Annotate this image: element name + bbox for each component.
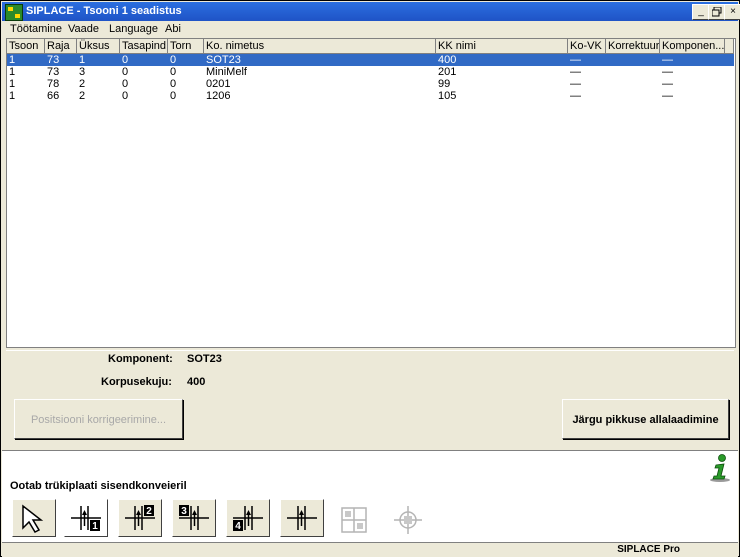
table-cell: 0 bbox=[170, 66, 177, 78]
grid-disabled-icon bbox=[341, 507, 367, 533]
column-header-ko-nimetus[interactable]: Ko. nimetus bbox=[204, 39, 436, 54]
table-cell: 0 bbox=[122, 78, 129, 90]
table-cell: 2 bbox=[79, 90, 86, 102]
crosshair-disabled-icon bbox=[394, 506, 422, 534]
table-cell: 0 bbox=[122, 54, 129, 66]
table-cell: 1 bbox=[79, 54, 86, 66]
column-header-korrektuur[interactable]: Korrektuur bbox=[606, 39, 660, 54]
table-cell: 400 bbox=[438, 54, 457, 66]
close-button[interactable]: × bbox=[724, 4, 740, 20]
table-cell: 1206 bbox=[206, 90, 231, 102]
main-window: SIPLACE - Tsooni 1 seadistus _ × Töötami… bbox=[0, 0, 740, 557]
siplace-logo-icon bbox=[5, 4, 23, 21]
conveyor-3-button[interactable]: 3 bbox=[172, 499, 216, 537]
menu-language[interactable]: Language bbox=[109, 23, 158, 35]
case-label: Korpusekuju: bbox=[101, 376, 172, 388]
table-cell: 105 bbox=[438, 90, 457, 102]
table-cell: — bbox=[662, 54, 673, 66]
svg-text:4: 4 bbox=[235, 521, 241, 532]
status-panel: Ootab trükiplaati sisendkonveieril 1 2 3… bbox=[2, 450, 738, 543]
table-cell: 3 bbox=[79, 66, 86, 78]
conveyor-center-icon bbox=[287, 506, 317, 530]
column-header-uksus[interactable]: Üksus bbox=[77, 39, 120, 54]
table-cell: 78 bbox=[47, 78, 60, 90]
table-cell: SOT23 bbox=[206, 54, 241, 66]
table-cell: 0 bbox=[170, 78, 177, 90]
component-value: SOT23 bbox=[187, 353, 222, 365]
status-bar: SIPLACE Pro bbox=[2, 542, 738, 557]
table-cell: — bbox=[662, 66, 673, 78]
table-cell: — bbox=[662, 78, 673, 90]
column-header-komponent[interactable]: Komponen... bbox=[660, 39, 725, 54]
table-cell: 1 bbox=[9, 78, 16, 90]
table-cell: 0 bbox=[122, 90, 129, 102]
status-message: Ootab trükiplaati sisendkonveieril bbox=[10, 480, 187, 492]
pointer-arrow-icon bbox=[22, 504, 44, 533]
table-cell: 73 bbox=[47, 66, 60, 78]
column-header-filler bbox=[725, 39, 734, 54]
position-correction-button[interactable]: Positsiooni korrigeerimine... bbox=[14, 399, 183, 439]
table-cell: — bbox=[570, 90, 581, 102]
table-row[interactable]: 1 73 1 0 0 SOT23 400 — — bbox=[7, 54, 734, 66]
table-cell: — bbox=[570, 66, 581, 78]
table-cell: 1 bbox=[9, 90, 16, 102]
table-cell: 201 bbox=[438, 66, 457, 78]
conveyor-1-icon: 1 bbox=[71, 506, 101, 532]
conveyor-2-button[interactable]: 2 bbox=[118, 499, 162, 537]
table-cell: 0 bbox=[170, 90, 177, 102]
column-header-ko-vk[interactable]: Ko-VK bbox=[568, 39, 606, 54]
menu-abi[interactable]: Abi bbox=[165, 23, 181, 35]
menu-tootamine[interactable]: Töötamine bbox=[10, 23, 62, 35]
menu-bar: Töötamine Vaade Language Abi bbox=[2, 21, 738, 37]
product-name: SIPLACE Pro bbox=[617, 544, 680, 555]
conveyor-center-button[interactable] bbox=[280, 499, 324, 537]
column-header-torn[interactable]: Torn bbox=[168, 39, 204, 54]
table-cell: 1 bbox=[9, 66, 16, 78]
table-cell: 99 bbox=[438, 78, 451, 90]
column-header-kk-nimi[interactable]: KK nimi bbox=[436, 39, 568, 54]
case-value: 400 bbox=[187, 376, 206, 388]
table-cell: 0 bbox=[170, 54, 177, 66]
table-cell: MiniMelf bbox=[206, 66, 247, 78]
conveyor-4-button[interactable]: 4 bbox=[226, 499, 270, 537]
svg-text:2: 2 bbox=[146, 506, 152, 517]
conveyor-4-icon: 4 bbox=[233, 506, 263, 532]
component-label: Komponent: bbox=[108, 353, 173, 365]
svg-text:1: 1 bbox=[92, 521, 98, 532]
title-bar[interactable]: SIPLACE - Tsooni 1 seadistus _ × bbox=[2, 2, 740, 21]
info-icon[interactable] bbox=[707, 454, 731, 482]
column-header-raja[interactable]: Raja bbox=[45, 39, 77, 54]
window-title: SIPLACE - Tsooni 1 seadistus bbox=[26, 5, 182, 17]
conveyor-3-icon: 3 bbox=[179, 505, 209, 530]
conveyor-2-icon: 2 bbox=[125, 505, 155, 530]
restore-icon bbox=[711, 6, 722, 17]
table-row[interactable]: 1 66 2 0 0 1206 105 — — bbox=[7, 90, 734, 102]
panel-divider bbox=[6, 347, 734, 351]
menu-vaade[interactable]: Vaade bbox=[68, 23, 99, 35]
table-cell: 73 bbox=[47, 54, 60, 66]
table-row[interactable]: 1 73 3 0 0 MiniMelf 201 — — bbox=[7, 66, 734, 78]
conveyor-1-button[interactable]: 1 bbox=[64, 499, 108, 537]
column-header-tasapind[interactable]: Tasapind bbox=[120, 39, 168, 54]
table-cell: 66 bbox=[47, 90, 60, 102]
table-cell: — bbox=[570, 54, 581, 66]
pointer-tool-button[interactable] bbox=[12, 499, 56, 537]
length-download-button[interactable]: Järgu pikkuse allalaadimine bbox=[562, 399, 729, 439]
close-icon: × bbox=[730, 6, 736, 17]
component-table[interactable]: Tsoon Raja Üksus Tasapind Torn Ko. nimet… bbox=[6, 38, 736, 348]
svg-text:3: 3 bbox=[181, 506, 187, 517]
table-cell: 2 bbox=[79, 78, 86, 90]
table-cell: 0201 bbox=[206, 78, 231, 90]
table-cell: 0 bbox=[122, 66, 129, 78]
table-cell: 1 bbox=[9, 54, 16, 66]
table-cell: — bbox=[570, 78, 581, 90]
table-row[interactable]: 1 78 2 0 0 0201 99 — — bbox=[7, 78, 734, 90]
table-cell: — bbox=[662, 90, 673, 102]
column-header-tsoon[interactable]: Tsoon bbox=[7, 39, 45, 54]
minimize-icon: _ bbox=[698, 6, 704, 17]
